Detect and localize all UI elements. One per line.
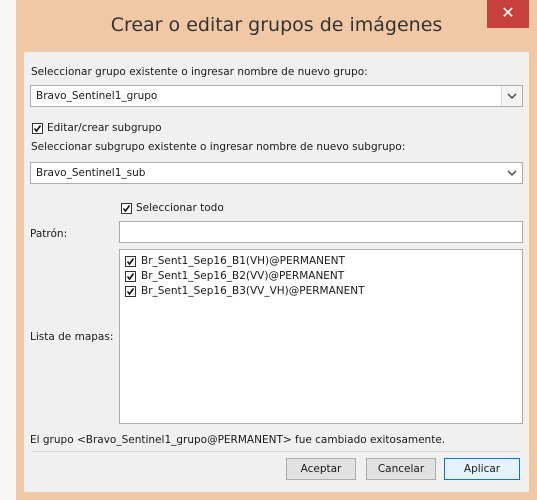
map-item-checkbox[interactable] bbox=[125, 256, 136, 267]
map-item-checkbox[interactable] bbox=[125, 286, 136, 297]
close-button[interactable]: ✕ bbox=[487, 0, 529, 28]
chevron-down-icon[interactable] bbox=[502, 163, 522, 183]
chevron-down-icon[interactable] bbox=[501, 86, 522, 106]
subgroup-combobox[interactable]: Bravo_Sentinel1_sub bbox=[30, 162, 523, 184]
cancel-button[interactable]: Cancelar bbox=[366, 458, 436, 480]
dialog-body: Seleccionar grupo existente o ingresar n… bbox=[24, 52, 529, 492]
title-bar[interactable]: Crear o editar grupos de imágenes ✕ bbox=[16, 0, 537, 52]
map-item-label: Br_Sent1_Sep16_B1(VH)@PERMANENT bbox=[141, 255, 345, 267]
separator bbox=[32, 451, 520, 452]
edit-subgroup-checkbox[interactable] bbox=[32, 123, 43, 134]
status-message: El grupo <Bravo_Sentinel1_grupo@PERMANEN… bbox=[30, 434, 446, 446]
background-strip bbox=[0, 0, 16, 500]
group-label: Seleccionar grupo existente o ingresar n… bbox=[31, 66, 368, 78]
dialog-window: Crear o editar grupos de imágenes ✕ Sele… bbox=[16, 0, 537, 500]
map-list[interactable]: Br_Sent1_Sep16_B1(VH)@PERMANENT Br_Sent1… bbox=[119, 249, 523, 424]
group-combobox[interactable]: Bravo_Sentinel1_grupo bbox=[30, 85, 523, 107]
group-value: Bravo_Sentinel1_grupo bbox=[36, 90, 158, 102]
apply-button[interactable]: Aplicar bbox=[444, 458, 520, 480]
select-all-checkbox[interactable] bbox=[121, 203, 132, 214]
pattern-input[interactable] bbox=[119, 221, 523, 243]
accept-button[interactable]: Aceptar bbox=[286, 458, 356, 480]
select-all-label: Seleccionar todo bbox=[136, 202, 224, 214]
subgroup-value: Bravo_Sentinel1_sub bbox=[36, 167, 146, 179]
map-item-checkbox[interactable] bbox=[125, 271, 136, 282]
map-item-label: Br_Sent1_Sep16_B3(VV_VH)@PERMANENT bbox=[141, 285, 365, 297]
map-list-label: Lista de mapas: bbox=[30, 331, 114, 343]
edit-subgroup-label: Editar/crear subgrupo bbox=[47, 122, 162, 134]
subgroup-label: Seleccionar subgrupo existente o ingresa… bbox=[31, 141, 406, 153]
map-item-label: Br_Sent1_Sep16_B2(VV)@PERMANENT bbox=[141, 270, 345, 282]
pattern-label: Patrón: bbox=[30, 228, 68, 240]
window-title: Crear o editar grupos de imágenes bbox=[110, 14, 443, 36]
close-icon: ✕ bbox=[501, 3, 515, 22]
